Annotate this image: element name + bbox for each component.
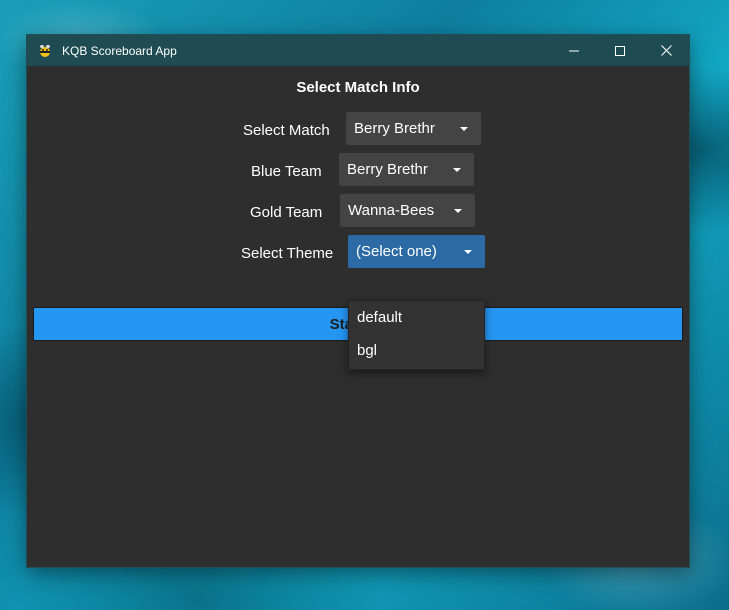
- close-button[interactable]: [643, 35, 689, 66]
- select-match-label: Select Match: [243, 122, 330, 139]
- blue-team-dropdown[interactable]: Berry Brethr: [339, 153, 474, 186]
- gold-team-label: Gold Team: [250, 204, 323, 221]
- gold-team-value: Wanna-Bees: [348, 202, 435, 219]
- blue-team-label: Blue Team: [251, 163, 322, 180]
- chevron-down-icon: [464, 249, 472, 254]
- window-title: KQB Scoreboard App: [62, 43, 177, 58]
- close-icon: [660, 45, 672, 56]
- theme-option-default[interactable]: default: [349, 301, 484, 334]
- theme-option-bgl[interactable]: bgl: [349, 334, 484, 367]
- form-panel: Select Match Info Select Match Berry Bre…: [27, 66, 689, 567]
- select-theme-dropdown[interactable]: (Select one): [348, 235, 485, 268]
- minimize-button[interactable]: [551, 35, 597, 66]
- window-controls: [551, 35, 689, 66]
- chevron-down-icon: [460, 126, 468, 131]
- maximize-icon: [615, 45, 625, 56]
- bee-icon: [37, 43, 53, 59]
- title-bar[interactable]: KQB Scoreboard App: [27, 35, 689, 66]
- chevron-down-icon: [454, 208, 462, 213]
- chevron-down-icon: [453, 167, 461, 172]
- select-match-value: Berry Brethr: [354, 120, 435, 137]
- select-theme-value: (Select one): [356, 243, 437, 260]
- app-window: KQB Scoreboard App Select Match Info Sel…: [27, 35, 689, 567]
- gold-team-dropdown[interactable]: Wanna-Bees: [340, 194, 475, 227]
- page-title: Select Match Info: [296, 79, 420, 96]
- desktop: { "window": { "title": "KQB Scoreboard A…: [0, 0, 729, 610]
- select-match-dropdown[interactable]: Berry Brethr: [346, 112, 481, 145]
- blue-team-value: Berry Brethr: [347, 161, 428, 178]
- select-theme-label: Select Theme: [241, 245, 334, 262]
- maximize-button[interactable]: [597, 35, 643, 66]
- theme-options-list: default bgl: [348, 300, 485, 370]
- minimize-icon: [569, 50, 579, 51]
